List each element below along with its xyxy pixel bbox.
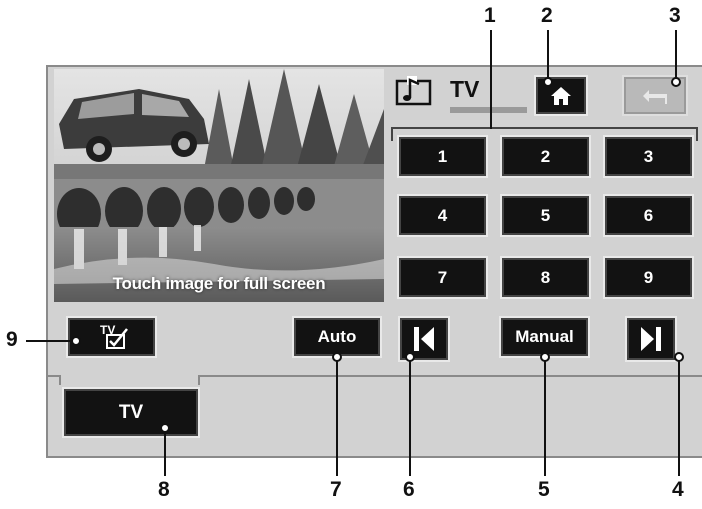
callout-9-dot xyxy=(71,336,81,346)
callout-4: 4 xyxy=(672,478,684,501)
progress-track xyxy=(450,107,527,113)
preset-button-7[interactable]: 7 xyxy=(397,256,488,299)
preset-button-1[interactable]: 1 xyxy=(397,135,488,178)
callout-8-dot xyxy=(160,423,170,433)
callout-1: 1 xyxy=(484,4,496,27)
callout-3: 3 xyxy=(669,4,681,27)
home-icon xyxy=(551,86,571,105)
video-preview[interactable]: Touch image for full screen xyxy=(54,69,384,302)
callout-5: 5 xyxy=(538,478,550,501)
callout-2-line xyxy=(547,30,549,82)
preset-button-3[interactable]: 3 xyxy=(603,135,694,178)
preset-button-5[interactable]: 5 xyxy=(500,194,591,237)
preset-button-4[interactable]: 4 xyxy=(397,194,488,237)
callout-1-line xyxy=(490,30,492,129)
callout-5-dot xyxy=(540,352,550,362)
video-caption: Touch image for full screen xyxy=(112,274,326,293)
callout-5-line xyxy=(544,357,546,476)
skip-previous-icon xyxy=(414,327,434,351)
callout-7: 7 xyxy=(330,478,342,501)
callout-8-line xyxy=(164,428,166,476)
preset-button-9[interactable]: 9 xyxy=(603,256,694,299)
callout-6-line xyxy=(409,357,411,476)
music-note-icon xyxy=(395,76,432,106)
callout-6-dot xyxy=(405,352,415,362)
callout-8: 8 xyxy=(158,478,170,501)
source-label: TV xyxy=(450,76,480,102)
video-scene xyxy=(54,69,384,302)
callout-9-line xyxy=(26,340,76,342)
preset-button-6[interactable]: 6 xyxy=(603,194,694,237)
tv-checkbox-icon: TV xyxy=(100,323,128,349)
callout-6: 6 xyxy=(403,478,415,501)
callout-7-dot xyxy=(332,352,342,362)
return-arrow-icon xyxy=(643,89,667,104)
tv-settings-button[interactable]: TV xyxy=(66,316,157,358)
tv-tab-button[interactable]: TV xyxy=(62,387,200,438)
callout-2: 2 xyxy=(541,4,553,27)
callout-2-dot xyxy=(543,77,553,87)
preset-button-8[interactable]: 8 xyxy=(500,256,591,299)
callout-4-dot xyxy=(674,352,684,362)
callout-3-line xyxy=(675,30,677,82)
skip-next-icon xyxy=(641,327,661,351)
preset-button-2[interactable]: 2 xyxy=(500,135,591,178)
callout-7-line xyxy=(336,357,338,476)
auto-button[interactable]: Auto xyxy=(292,316,382,358)
callout-4-line xyxy=(678,357,680,476)
manual-button[interactable]: Manual xyxy=(499,316,590,358)
seek-next-button[interactable] xyxy=(625,316,677,362)
callout-3-dot xyxy=(671,77,681,87)
callout-9: 9 xyxy=(6,328,18,351)
tv-tab-outline xyxy=(59,375,200,385)
